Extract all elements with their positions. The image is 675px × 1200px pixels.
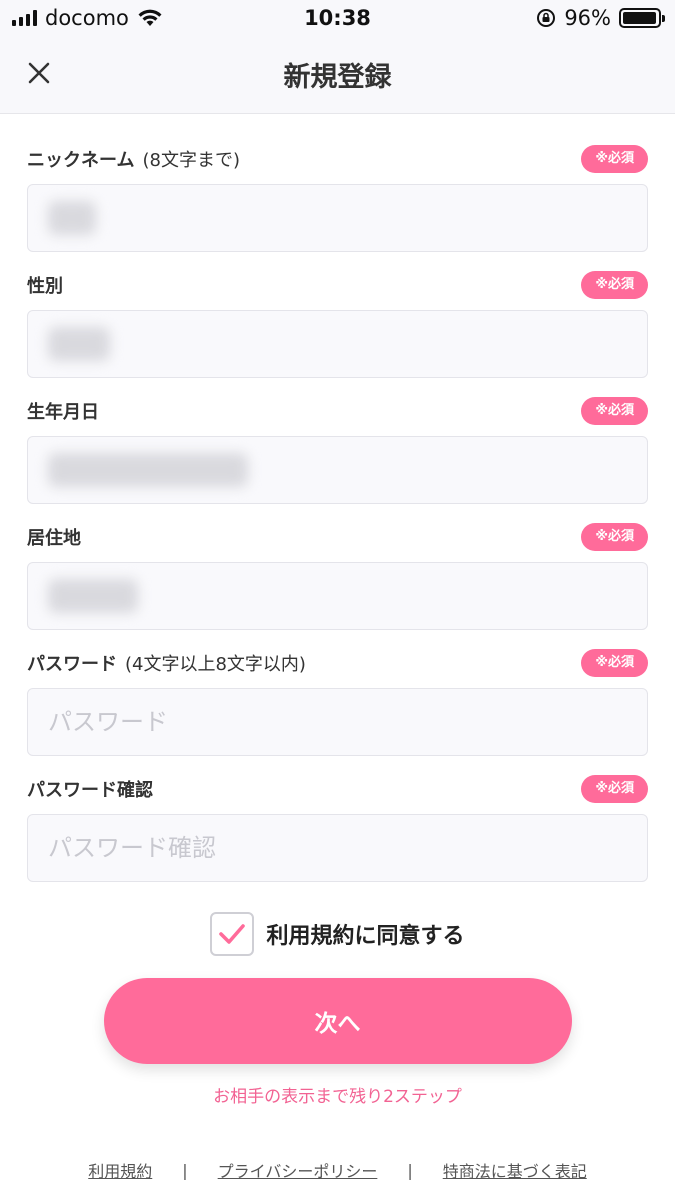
battery-percent: 96% xyxy=(564,6,611,30)
field-label-row: パスワード確認 ※必須 xyxy=(27,764,648,814)
field-label-row: ニックネーム (8文字まで) ※必須 xyxy=(27,134,648,184)
terms-link[interactable]: 利用規約 xyxy=(88,1158,152,1182)
redacted-value xyxy=(48,453,248,487)
steps-remaining-text: お相手の表示まで残り2ステップ xyxy=(213,1087,462,1107)
password-confirm-input[interactable] xyxy=(27,814,648,882)
password-input[interactable] xyxy=(27,688,648,756)
status-right: 96% xyxy=(536,6,665,30)
footer-links: 利用規約 | プライバシーポリシー | 特商法に基づく表記 xyxy=(0,1158,675,1182)
orientation-lock-icon xyxy=(537,9,556,27)
status-bar: docomo 10:38 96% xyxy=(0,0,675,36)
password-note: (4文字以上8文字以内) xyxy=(125,654,306,675)
redacted-value xyxy=(48,579,138,613)
footer-separator: | xyxy=(407,1160,413,1180)
field-label-row: 居住地 ※必須 xyxy=(27,512,648,562)
checkmark-icon xyxy=(219,924,246,944)
signal-icon xyxy=(12,10,37,26)
nickname-field: ニックネーム (8文字まで) ※必須 xyxy=(27,134,648,252)
field-label-row: パスワード (4文字以上8文字以内) ※必須 xyxy=(27,638,648,688)
next-button[interactable]: 次へ xyxy=(103,978,572,1064)
gender-field: 性別 ※必須 xyxy=(27,260,648,378)
birthday-select[interactable] xyxy=(27,436,648,504)
residence-select[interactable] xyxy=(27,562,648,630)
page-title: 新規登録 xyxy=(283,62,392,93)
gender-select[interactable] xyxy=(27,310,648,378)
battery-fill xyxy=(623,12,656,24)
status-time: 10:38 xyxy=(304,6,371,30)
required-badge: ※必須 xyxy=(581,145,648,173)
redacted-value xyxy=(48,201,96,235)
birthday-label: 生年月日 xyxy=(27,402,99,423)
header: 新規登録 xyxy=(0,36,675,114)
terms-agreement: 利用規約に同意する xyxy=(0,912,675,956)
battery-icon xyxy=(619,8,665,28)
required-badge: ※必須 xyxy=(581,271,648,299)
required-badge: ※必須 xyxy=(581,397,648,425)
nickname-note: (8文字まで) xyxy=(142,150,240,171)
password-label: パスワード xyxy=(27,654,117,675)
birthday-field: 生年月日 ※必須 xyxy=(27,386,648,504)
password-confirm-field: パスワード確認 ※必須 xyxy=(27,764,648,882)
carrier-name: docomo xyxy=(45,6,129,30)
required-badge: ※必須 xyxy=(581,523,648,551)
close-button[interactable] xyxy=(20,54,58,92)
required-badge: ※必須 xyxy=(581,775,648,803)
field-label-row: 性別 ※必須 xyxy=(27,260,648,310)
commerce-law-link[interactable]: 特商法に基づく表記 xyxy=(443,1158,587,1182)
wifi-icon xyxy=(138,9,162,26)
privacy-policy-link[interactable]: プライバシーポリシー xyxy=(218,1158,378,1182)
password-field: パスワード (4文字以上8文字以内) ※必須 xyxy=(27,638,648,756)
terms-agreement-label: 利用規約に同意する xyxy=(266,924,465,949)
required-badge: ※必須 xyxy=(581,649,648,677)
footer-separator: | xyxy=(182,1160,188,1180)
close-icon xyxy=(28,62,50,84)
residence-field: 居住地 ※必須 xyxy=(27,512,648,630)
terms-checkbox[interactable] xyxy=(210,912,255,956)
nickname-label: ニックネーム xyxy=(27,150,135,171)
field-label-row: 生年月日 ※必須 xyxy=(27,386,648,436)
nickname-input[interactable] xyxy=(27,184,648,252)
password-confirm-label: パスワード確認 xyxy=(27,780,153,801)
residence-label: 居住地 xyxy=(27,528,81,549)
gender-label: 性別 xyxy=(27,276,63,297)
status-left: docomo xyxy=(12,6,163,30)
redacted-value xyxy=(48,327,110,361)
registration-form: ニックネーム (8文字まで) ※必須 性別 ※必須 生年月日 ※必須 居住地 ※必 xyxy=(0,134,675,882)
